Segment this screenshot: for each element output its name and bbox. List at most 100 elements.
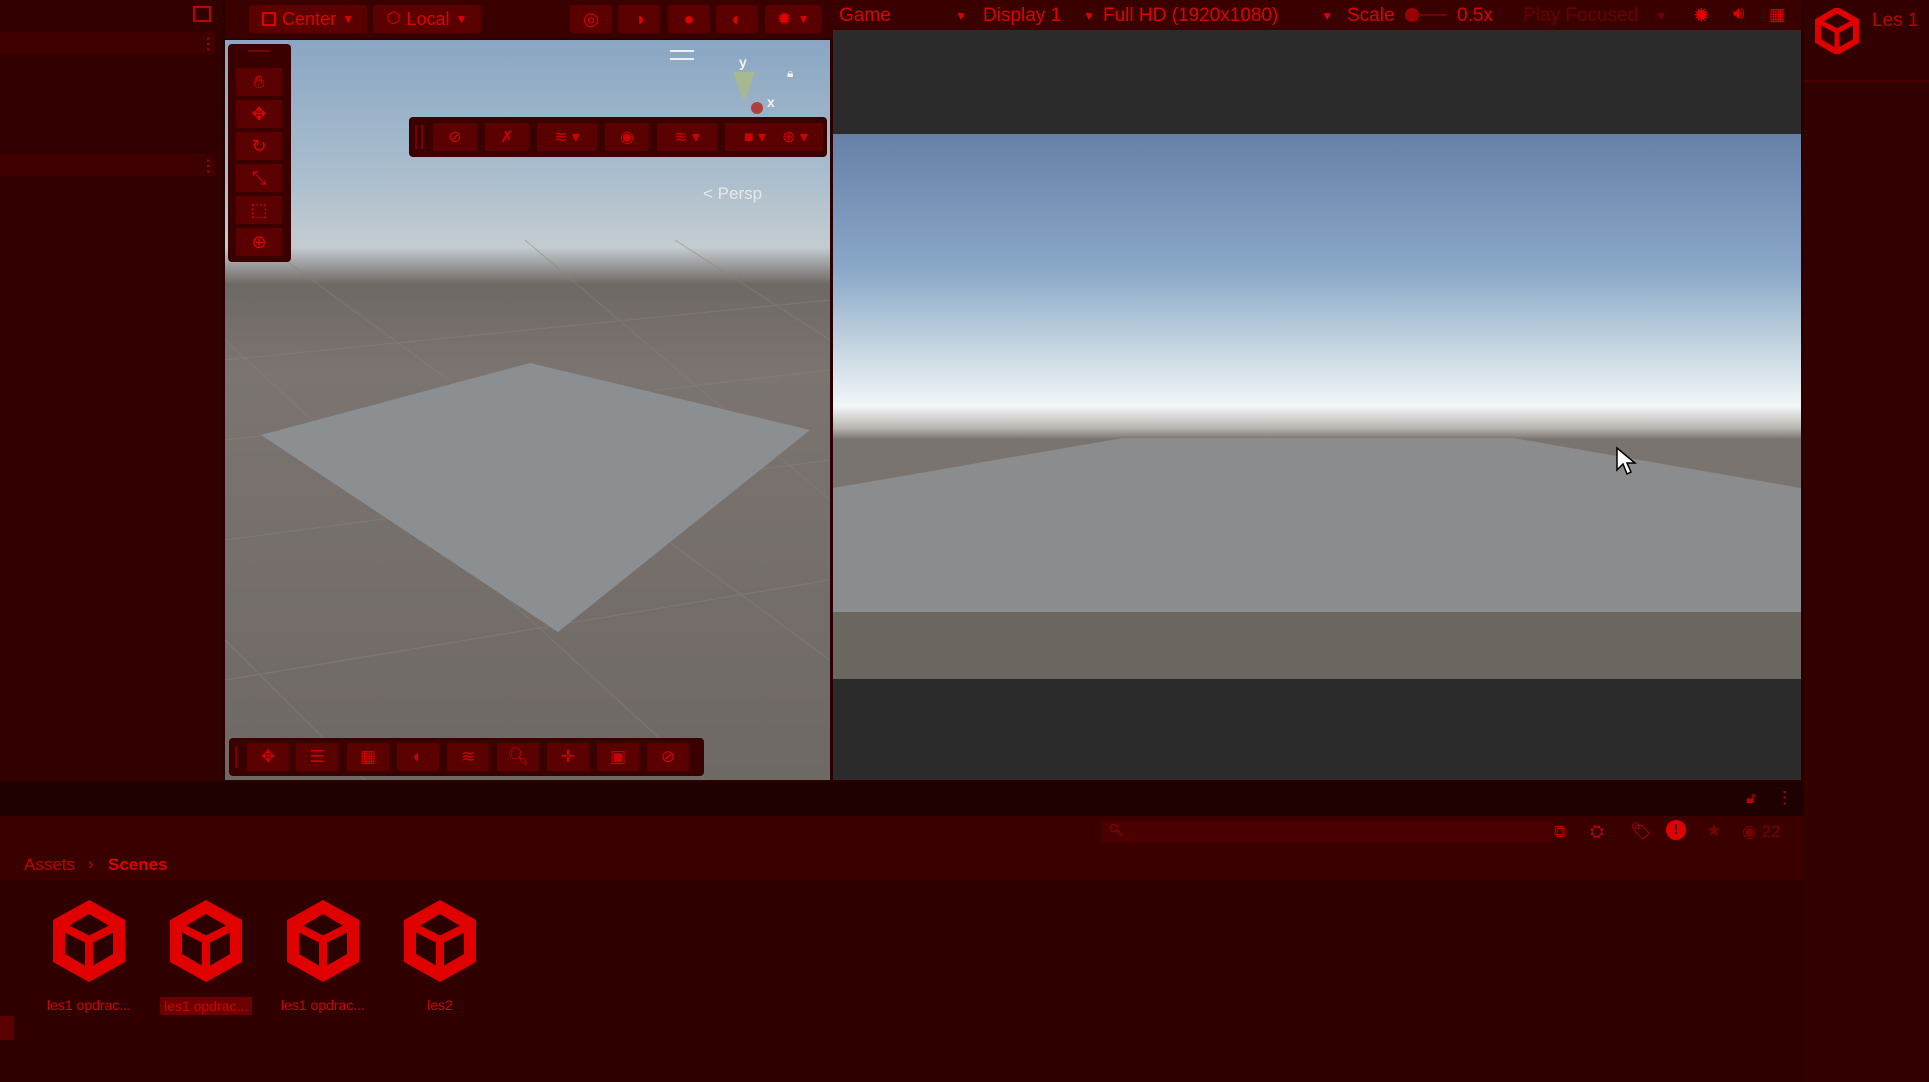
camera-icon: ▣: [609, 747, 627, 766]
snap-button[interactable]: ◐: [397, 743, 439, 771]
chevron-down-icon: ▼: [1655, 9, 1667, 23]
hierarchy-header-2: [0, 154, 215, 176]
favorite-icon[interactable]: ★: [1706, 821, 1721, 841]
plane-object: [261, 363, 810, 632]
bottom-grip[interactable]: [235, 746, 241, 768]
refresh-button[interactable]: ◐: [716, 5, 758, 33]
stats-icon[interactable]: ▦: [1769, 5, 1785, 25]
transform-icon: ⊕: [251, 231, 267, 252]
resolution-dropdown[interactable]: Full HD (1920x1080) ▼: [1103, 2, 1333, 30]
asset-tile[interactable]: les2: [390, 896, 490, 1013]
hand-icon: ✋︎: [253, 71, 265, 92]
game-view[interactable]: [833, 30, 1801, 780]
hierarchy-menu-icon-2[interactable]: ⋮: [200, 156, 216, 176]
2d-toggle-button[interactable]: ⊘: [433, 123, 477, 151]
lighting-toggle-button[interactable]: ✗: [485, 123, 529, 151]
lock-icon[interactable]: 🔒︎: [787, 66, 793, 81]
breadcrumb-scenes[interactable]: Scenes: [108, 855, 168, 875]
move-tool-bottom[interactable]: ✥: [247, 743, 289, 771]
audio-icon[interactable]: 🔊︎: [1733, 3, 1744, 24]
record-button[interactable]: ●: [668, 5, 710, 33]
project-search-input[interactable]: 🔍︎: [1102, 821, 1552, 845]
move-icon: ✥: [260, 747, 276, 766]
bug-dropdown[interactable]: ✹ ▼: [765, 5, 821, 33]
magnifier-icon: 🔍︎: [507, 747, 529, 766]
inspector-panel: Les 1: [1804, 0, 1929, 1082]
filter-type-icon[interactable]: ⛭: [1590, 822, 1604, 842]
project-search-field[interactable]: [1126, 821, 1550, 845]
overlay-grip[interactable]: [415, 125, 423, 149]
scale-value: 0.5x: [1457, 5, 1493, 26]
snap-icon: ◐: [412, 747, 424, 766]
create-icon[interactable]: ⧉: [1554, 822, 1566, 842]
asset-tile[interactable]: les1 opdrac...: [39, 896, 139, 1013]
effects-dropdown[interactable]: ≋ ▾: [537, 123, 597, 151]
chevron-left-icon: <: [703, 184, 713, 203]
2d-icon: ⊘: [448, 129, 462, 146]
asset-tile[interactable]: les1 opdrac...: [273, 896, 373, 1013]
compass-button[interactable]: ⊘: [647, 743, 689, 771]
hierarchy-menu-icon[interactable]: ⋮: [200, 34, 216, 54]
palette-grip[interactable]: [248, 50, 270, 56]
scale-tool-button[interactable]: ⤡: [236, 164, 282, 192]
display-dropdown[interactable]: Display 1 ▼: [983, 2, 1095, 30]
layers-icon: ≋ ▾: [554, 129, 580, 146]
scene-tool-palette: ✋︎ ✥ ↻ ⤡ ⬚ ⊕: [228, 44, 291, 262]
game-tab-dropdown[interactable]: Game ▼: [839, 2, 967, 30]
breadcrumb-assets[interactable]: Assets: [24, 855, 75, 875]
mouse-cursor-icon: [1616, 446, 1637, 476]
projection-toggle[interactable]: < Persp: [703, 184, 762, 204]
grid-button[interactable]: ▦: [347, 743, 389, 771]
compass-icon: ⊘: [660, 747, 676, 766]
label-icon[interactable]: 🏷︎: [1630, 822, 1652, 842]
game-render: [833, 134, 1801, 679]
rect-icon: ⬚: [250, 199, 268, 220]
scale-slider[interactable]: [1405, 8, 1447, 22]
asset-tile[interactable]: les1 opdrac...: [156, 896, 256, 1016]
surface-button[interactable]: ≋: [447, 743, 489, 771]
pivot-mode-dropdown[interactable]: Center ▼: [249, 5, 367, 33]
chevron-down-icon: ▼: [455, 12, 468, 26]
play-mode-label: Play Focused: [1523, 5, 1639, 26]
refresh-icon: ◐: [731, 9, 743, 29]
gizmo-x-cone: [751, 102, 763, 114]
globe-icon: ◎: [583, 9, 599, 29]
asset-label: les1 opdrac...: [46, 997, 132, 1013]
hierarchy-panel: ⋮ ⋮: [0, 0, 222, 780]
visibility-button[interactable]: ◉: [605, 123, 649, 151]
visibility-count[interactable]: ◉ 22: [1742, 822, 1781, 842]
bug-icon[interactable]: ✹: [1693, 3, 1710, 28]
light-icon: ✗: [500, 129, 514, 146]
display-label: Display 1: [983, 5, 1062, 26]
lock-icon[interactable]: 🔓︎: [1746, 790, 1756, 807]
pivot-button[interactable]: ✛: [547, 743, 589, 771]
pivot-icon: ✛: [560, 747, 576, 766]
gizmo-x-label: x: [767, 94, 775, 110]
layers-dropdown[interactable]: ≋ ▾: [657, 123, 717, 151]
scene-asset-icon: [170, 900, 242, 982]
shading-button[interactable]: ◑: [618, 5, 660, 33]
grid-icon: ▦: [359, 747, 377, 766]
hamburger-icon[interactable]: [670, 50, 694, 60]
camera-button[interactable]: ▣: [597, 743, 639, 771]
gizmos-dropdown[interactable]: ⊕ ▾: [767, 123, 823, 151]
rect-tool-button[interactable]: ⬚: [236, 196, 282, 224]
visible-count-label: 22: [1761, 822, 1781, 841]
align-button[interactable]: ☰: [296, 743, 338, 771]
game-tab-label: Game: [839, 5, 891, 26]
maximize-icon[interactable]: [193, 6, 211, 22]
rotate-tool-button[interactable]: ↻: [236, 132, 282, 160]
eye-icon: ◉: [620, 129, 634, 146]
move-tool-button[interactable]: ✥: [236, 100, 282, 128]
play-mode-dropdown[interactable]: Play Focused ▼: [1523, 2, 1667, 30]
scroll-indicator[interactable]: [0, 1016, 14, 1040]
error-icon[interactable]: !: [1666, 820, 1686, 840]
project-menu-icon[interactable]: ⋮: [1776, 788, 1793, 808]
transform-tool-button[interactable]: ⊕: [236, 228, 282, 256]
inspector-divider: [1804, 80, 1929, 82]
global-icon-button[interactable]: ◎: [570, 5, 612, 33]
pivot-rotation-dropdown[interactable]: ⬡ Local ▼: [373, 5, 481, 33]
scale-slider-handle[interactable]: [1405, 8, 1419, 22]
hand-tool-button[interactable]: ✋︎: [236, 68, 282, 96]
zoom-button[interactable]: 🔍︎: [497, 743, 539, 771]
